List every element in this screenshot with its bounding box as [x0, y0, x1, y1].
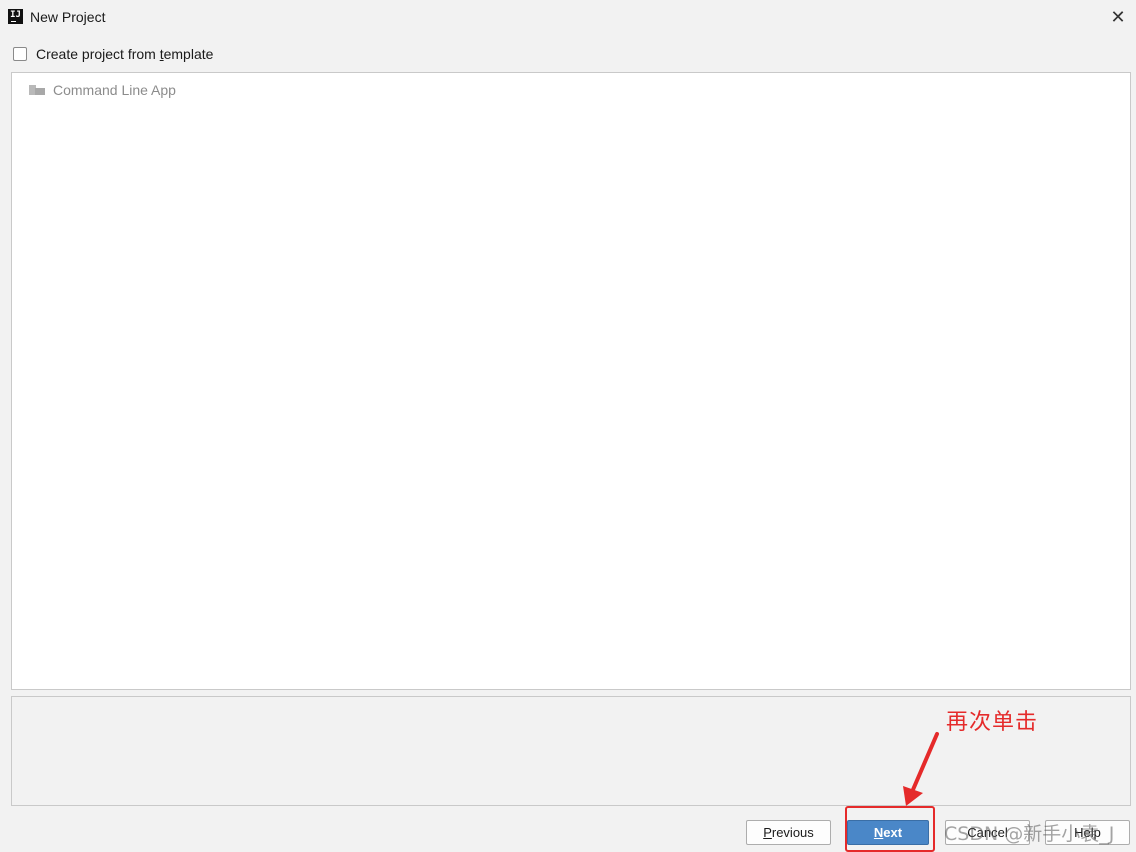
- annotation-text: 再次单击: [946, 710, 1039, 735]
- intellij-logo-icon: IJ: [8, 9, 23, 24]
- template-list[interactable]: Command Line App: [11, 72, 1131, 690]
- create-from-template-checkbox[interactable]: [13, 47, 27, 61]
- create-from-template-label[interactable]: Create project from template: [36, 46, 213, 62]
- close-button[interactable]: ✕: [1106, 5, 1130, 29]
- create-from-template-option[interactable]: Create project from template: [13, 45, 213, 63]
- help-button[interactable]: Help: [1045, 820, 1130, 845]
- list-item-label: Command Line App: [53, 82, 176, 98]
- folder-icon: [29, 83, 45, 97]
- title-bar: IJ New Project ✕: [0, 0, 1136, 34]
- window-title: New Project: [30, 9, 106, 25]
- previous-button[interactable]: Previous: [746, 820, 831, 845]
- list-item[interactable]: Command Line App: [29, 81, 176, 99]
- close-icon: ✕: [1110, 7, 1126, 27]
- cancel-button[interactable]: Cancel: [945, 820, 1030, 845]
- next-button[interactable]: Next: [847, 820, 929, 845]
